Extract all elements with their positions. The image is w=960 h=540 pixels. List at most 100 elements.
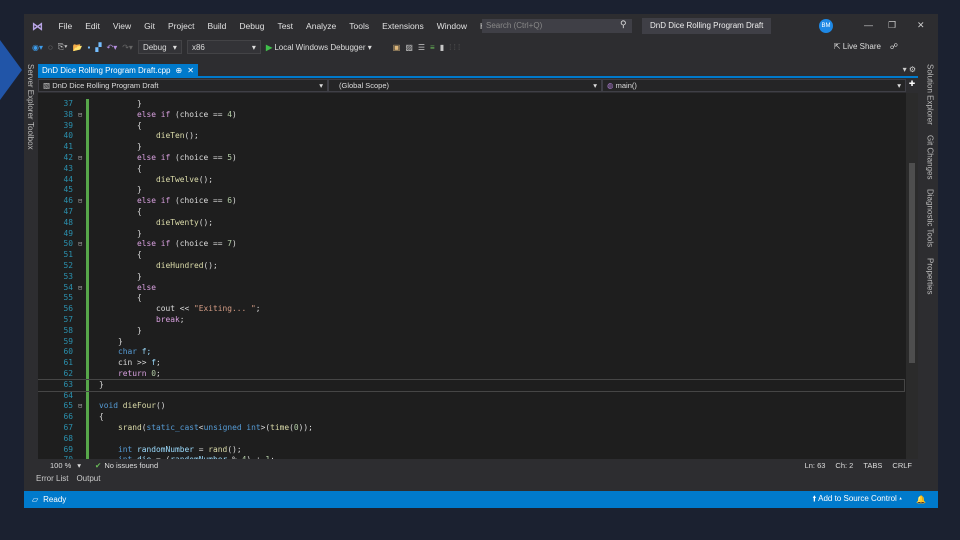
code-text: {: [137, 293, 142, 304]
platform-select[interactable]: x86 ▾: [186, 40, 261, 54]
bookmark-nav-icon[interactable]: ⁞ ⁞ ⁞: [449, 43, 460, 52]
code-line: 64: [38, 391, 904, 402]
code-line: 59}: [38, 337, 904, 348]
fold-toggle-icon[interactable]: ⊟: [78, 196, 82, 207]
menu-item-file[interactable]: File: [52, 21, 79, 31]
zoom-level[interactable]: 100 %: [50, 461, 71, 470]
code-text: break;: [156, 315, 185, 326]
open-icon[interactable]: 📂: [73, 43, 83, 52]
source-control-button[interactable]: 🠙 Add to Source Control ▴: [812, 493, 902, 507]
code-text: else if (choice == 7): [137, 239, 237, 250]
menu-item-tools[interactable]: Tools: [343, 21, 376, 31]
menu-item-extensions[interactable]: Extensions: [376, 21, 431, 31]
back-icon[interactable]: ◉▾: [32, 43, 43, 52]
fold-toggle-icon[interactable]: ⊟: [78, 110, 82, 121]
forward-icon[interactable]: ◌: [48, 43, 53, 52]
code-token: =: [194, 444, 209, 454]
code-token: else if: [137, 109, 171, 119]
side-tab-diagnostic-tools[interactable]: Diagnostic Tools: [926, 189, 935, 247]
code-token: }: [137, 99, 142, 108]
code-token: %: [227, 455, 241, 459]
line-number: 37: [63, 99, 73, 108]
menu-item-analyze[interactable]: Analyze: [300, 21, 343, 31]
code-line: 38 ⊟ else if (choice == 4): [38, 110, 904, 121]
fold-toggle-icon[interactable]: ⊟: [78, 239, 82, 250]
code-token: ();: [198, 217, 214, 227]
menu-item-project[interactable]: Project: [162, 21, 201, 31]
fold-toggle-icon[interactable]: ⊟: [78, 283, 82, 294]
scope-dropdown[interactable]: (Global Scope) ▾: [328, 79, 602, 92]
scrollbar-thumb[interactable]: [909, 163, 915, 363]
code-token: (choice ==: [170, 239, 228, 249]
fold-toggle-icon[interactable]: ⊟: [78, 153, 82, 164]
code-line: 54 ⊟ else: [38, 283, 904, 294]
restore-button[interactable]: ❐: [888, 20, 896, 31]
code-token: ();: [203, 261, 218, 270]
side-tab-git-changes[interactable]: Git Changes: [926, 135, 935, 179]
avatar[interactable]: BM: [819, 19, 833, 33]
line-endings[interactable]: CRLF: [892, 461, 912, 470]
vertical-scrollbar[interactable]: [906, 93, 918, 459]
close-button[interactable]: ✕: [917, 20, 925, 31]
search-icon[interactable]: ⚲: [620, 19, 627, 30]
issues-status[interactable]: No issues found: [104, 461, 158, 470]
indent-mode[interactable]: TABS: [863, 461, 882, 470]
notifications-icon[interactable]: 🔔: [916, 495, 926, 504]
code-line: 69 int randomNumber = rand();: [38, 445, 904, 456]
code-line: 55 {: [38, 293, 904, 304]
code-text: void dieFour(): [99, 401, 166, 412]
minimize-button[interactable]: —: [864, 20, 873, 30]
menu-item-debug[interactable]: Debug: [233, 21, 271, 31]
code-token: ;: [156, 369, 161, 378]
save-all-icon[interactable]: ▞: [95, 43, 101, 52]
find-icon[interactable]: ▣: [393, 43, 401, 52]
search-input[interactable]: Search (Ctrl+Q): [482, 19, 632, 33]
code-line: 58}: [38, 326, 904, 337]
project-dropdown[interactable]: ▧ DnD Dice Rolling Program Draft ▾: [38, 79, 328, 92]
check-icon: ✔: [95, 461, 102, 470]
undo-icon[interactable]: ↶▾: [107, 43, 118, 52]
menu-item-test[interactable]: Test: [271, 21, 300, 31]
new-project-icon[interactable]: ⎘▾: [58, 42, 68, 52]
code-text: char f;: [118, 347, 151, 358]
redo-icon[interactable]: ↷▾: [122, 43, 133, 52]
code-editor[interactable]: 37} 38 ⊟ else if (choice == 4) 39{40 dieTen()…: [38, 93, 918, 459]
tab-document[interactable]: DnD Dice Rolling Program Draft.cpp ⊕ ✕: [38, 64, 198, 77]
side-tab-server-explorer[interactable]: Server Explorer: [26, 64, 35, 120]
menu-item-build[interactable]: Build: [201, 21, 233, 31]
menu-item-view[interactable]: View: [106, 21, 137, 31]
screenshot-icon[interactable]: ▨: [405, 43, 413, 52]
right-tool-tabs: Solution Explorer Git Changes Diagnostic T…: [922, 62, 938, 482]
fold-toggle-icon[interactable]: ⊟: [78, 401, 82, 412]
align-icon[interactable]: ☰: [418, 43, 425, 52]
start-debugging-button[interactable]: ▶ Local Windows Debugger ▾: [266, 43, 372, 52]
code-text: {: [137, 164, 142, 175]
code-line: 56 cout << "Exiting... ";: [38, 304, 904, 315]
split-icon[interactable]: ✚: [906, 79, 918, 92]
feedback-icon[interactable]: ☍: [890, 42, 898, 51]
code-token: f;: [137, 347, 152, 357]
code-text: else if (choice == 6): [137, 196, 237, 207]
code-token: cin: [118, 358, 133, 368]
menu-item-edit[interactable]: Edit: [79, 21, 107, 31]
side-tab-solution-explorer[interactable]: Solution Explorer: [926, 64, 935, 125]
member-dropdown[interactable]: ◍ main() ▾: [602, 79, 906, 92]
settings-icon[interactable]: ▾ ⚙: [903, 65, 916, 74]
configuration-select[interactable]: Debug ▾: [137, 40, 182, 54]
close-tab-icon[interactable]: ✕: [187, 66, 194, 75]
code-token: {: [137, 120, 142, 130]
code-text: cin >> f;: [118, 358, 161, 369]
menu-item-window[interactable]: Window: [430, 21, 473, 31]
project-title: DnD Dice Rolling Program Draft: [642, 18, 772, 34]
save-icon[interactable]: ▪: [88, 43, 91, 52]
menu-item-git[interactable]: Git: [138, 21, 162, 31]
live-share-button[interactable]: ⇱ Live Share ☍: [834, 42, 898, 51]
bookmark-icon[interactable]: ▮: [440, 43, 444, 52]
tab-error-list[interactable]: Error List: [36, 474, 68, 483]
tab-output[interactable]: Output: [76, 474, 100, 483]
pin-icon[interactable]: ⊕: [176, 66, 183, 75]
side-tab-toolbox[interactable]: Toolbox: [26, 122, 35, 150]
comment-icon[interactable]: ≡: [430, 43, 435, 52]
side-tab-properties[interactable]: Properties: [926, 258, 935, 294]
line-number: 44: [63, 174, 73, 184]
